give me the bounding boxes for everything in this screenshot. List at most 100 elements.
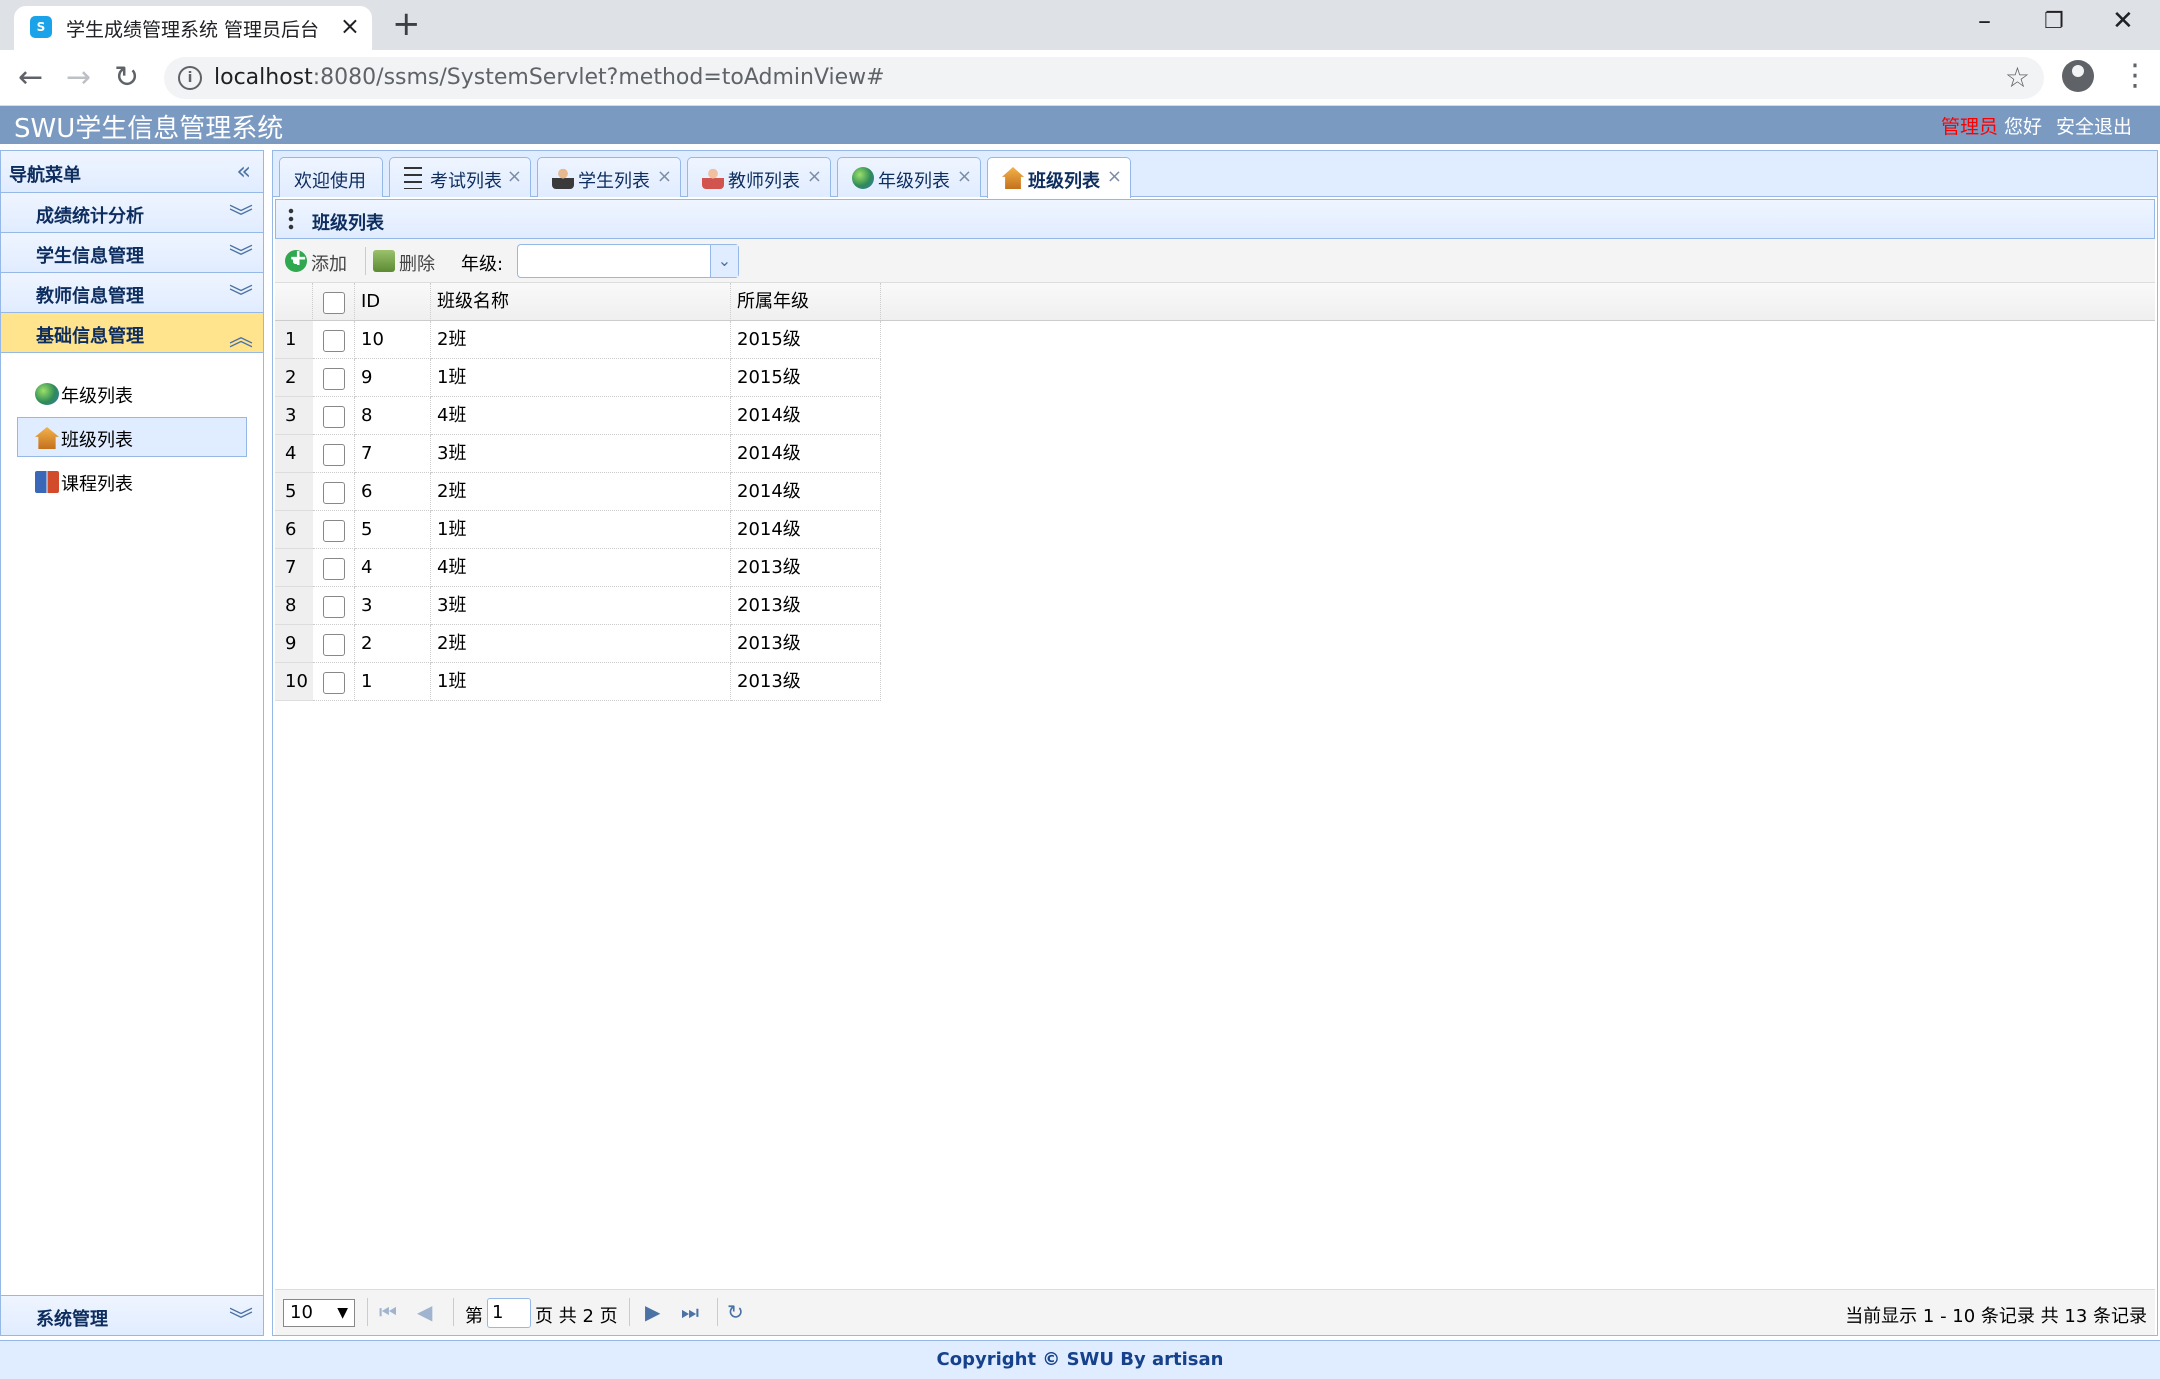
close-icon[interactable]: × <box>340 12 360 40</box>
browser-tab[interactable]: S 学生成绩管理系统 管理员后台 × <box>14 6 372 50</box>
chevron-double-up-icon[interactable]: ︽ <box>229 317 253 352</box>
minimize-icon[interactable]: – <box>1978 6 1991 36</box>
tree-item-course-list[interactable]: 课程列表 <box>17 461 247 501</box>
new-tab-icon[interactable]: + <box>392 6 421 42</box>
teacher-icon <box>702 167 724 189</box>
table-row[interactable]: 9 2 2班 2013级 <box>275 625 881 663</box>
row-checkbox[interactable] <box>323 482 345 504</box>
logout-link[interactable]: 安全退出 <box>2056 116 2132 138</box>
grade-filter-select[interactable]: ⌄ <box>517 244 739 278</box>
refresh-icon[interactable]: ↻ <box>727 1300 744 1324</box>
page-size-select[interactable]: 10 ▼ <box>283 1299 355 1327</box>
cell-class-name: 1班 <box>431 663 731 701</box>
tab-close-icon[interactable]: × <box>1107 166 1122 187</box>
first-page-icon[interactable]: ⏮ <box>379 1300 397 1324</box>
collapse-left-icon[interactable]: « <box>236 157 251 185</box>
select-all-checkbox[interactable] <box>323 292 345 314</box>
chevron-down-icon[interactable]: ⌄ <box>710 245 738 277</box>
navigation-menu-header: 导航菜单 « <box>1 151 263 193</box>
table-row[interactable]: 8 3 3班 2013级 <box>275 587 881 625</box>
row-checkbox[interactable] <box>323 330 345 352</box>
chevron-double-down-icon[interactable]: ︾ <box>229 237 253 272</box>
row-checkbox[interactable] <box>323 558 345 580</box>
row-checkbox[interactable] <box>323 368 345 390</box>
tab-exam-list[interactable]: 考试列表 × <box>389 157 531 197</box>
page-number-input[interactable]: 1 <box>487 1298 531 1328</box>
row-checkbox[interactable] <box>323 520 345 542</box>
table-row[interactable]: 10 1 1班 2013级 <box>275 663 881 701</box>
accordion-basic-info[interactable]: 基础信息管理 ︽ <box>1 313 263 353</box>
tab-close-icon[interactable]: × <box>657 166 672 187</box>
cell-id: 2 <box>355 625 431 663</box>
row-checkbox[interactable] <box>323 634 345 656</box>
row-number: 8 <box>275 587 313 625</box>
browser-menu-icon[interactable]: ⋮ <box>2120 58 2150 93</box>
tab-close-icon[interactable]: × <box>507 166 522 187</box>
pager-divider <box>453 1298 454 1326</box>
back-icon[interactable]: ← <box>18 60 43 95</box>
table-row[interactable]: 4 7 3班 2014级 <box>275 435 881 473</box>
tab-label: 考试列表 <box>430 171 502 192</box>
table-row[interactable]: 2 9 1班 2015级 <box>275 359 881 397</box>
accordion-teacher-info[interactable]: 教师信息管理 ︾ <box>1 273 263 313</box>
url-field[interactable]: i localhost:8080/ssms/SystemServlet?meth… <box>164 57 2044 99</box>
tab-welcome[interactable]: 欢迎使用 <box>279 157 383 197</box>
accordion-student-info[interactable]: 学生信息管理 ︾ <box>1 233 263 273</box>
book-icon <box>35 471 59 493</box>
column-header-id[interactable]: ID <box>355 283 431 321</box>
accordion-system-manage[interactable]: 系统管理 ︾ <box>1 1295 263 1335</box>
pagination-bar: 10 ▼ ⏮ ◀ 第 1 页 共 2 页 ▶ ⏭ ↻ 当前显示 1 - 10 条… <box>275 1289 2155 1335</box>
column-header-grade[interactable]: 所属年级 <box>731 283 881 321</box>
tab-label: 班级列表 <box>1028 171 1100 192</box>
bookmark-star-icon[interactable]: ☆ <box>2005 61 2030 94</box>
chevron-double-down-icon[interactable]: ︾ <box>229 197 253 232</box>
info-icon[interactable]: i <box>178 66 202 90</box>
tab-class-list[interactable]: 班级列表 × <box>987 157 1131 198</box>
forward-icon[interactable]: → <box>66 60 91 95</box>
profile-icon[interactable] <box>2062 60 2094 92</box>
next-page-icon[interactable]: ▶ <box>645 1300 660 1324</box>
row-checkbox[interactable] <box>323 672 345 694</box>
chevron-double-down-icon[interactable]: ︾ <box>229 277 253 312</box>
table-row[interactable]: 1 10 2班 2015级 <box>275 321 881 359</box>
reload-icon[interactable]: ↻ <box>114 60 139 95</box>
tab-student-list[interactable]: 学生列表 × <box>537 157 681 197</box>
cell-id: 6 <box>355 473 431 511</box>
cell-grade: 2015级 <box>731 321 881 359</box>
tab-close-icon[interactable]: × <box>957 166 972 187</box>
add-button[interactable]: 添加 <box>281 246 361 275</box>
tree-item-grade-list[interactable]: 年级列表 <box>17 373 247 413</box>
address-bar: ← → ↻ i localhost:8080/ssms/SystemServle… <box>0 50 2160 106</box>
column-header-class-name[interactable]: 班级名称 <box>431 283 731 321</box>
cell-class-name: 2班 <box>431 473 731 511</box>
row-number: 3 <box>275 397 313 435</box>
tab-label: 教师列表 <box>728 171 800 192</box>
restore-icon[interactable]: ❐ <box>2044 9 2064 34</box>
app-title: SWU学生信息管理系统 <box>14 114 284 144</box>
row-checkbox[interactable] <box>323 596 345 618</box>
row-checkbox[interactable] <box>323 406 345 428</box>
table-row[interactable]: 7 4 4班 2013级 <box>275 549 881 587</box>
browser-tab-bar: S 学生成绩管理系统 管理员后台 × + – ❐ ✕ <box>0 0 2160 50</box>
tab-label: 年级列表 <box>878 171 950 192</box>
window-close-icon[interactable]: ✕ <box>2112 6 2134 36</box>
tab-teacher-list[interactable]: 教师列表 × <box>687 157 831 197</box>
cell-id: 3 <box>355 587 431 625</box>
accordion-score-analysis[interactable]: 成绩统计分析 ︾ <box>1 193 263 233</box>
navigation-menu: 导航菜单 « 成绩统计分析 ︾ 学生信息管理 ︾ 教师信息管理 ︾ 基础信息管理… <box>0 150 264 1336</box>
table-row[interactable]: 5 6 2班 2014级 <box>275 473 881 511</box>
delete-button[interactable]: 删除 <box>369 247 449 275</box>
grid-header: ID 班级名称 所属年级 <box>275 283 2155 321</box>
tab-close-icon[interactable]: × <box>807 166 822 187</box>
chevron-double-down-icon[interactable]: ︾ <box>229 1300 253 1335</box>
tree-item-class-list[interactable]: 班级列表 <box>17 417 247 457</box>
page-size-value: 10 <box>290 1302 313 1323</box>
tab-grade-list[interactable]: 年级列表 × <box>837 157 981 197</box>
last-page-icon[interactable]: ⏭ <box>681 1300 699 1324</box>
row-checkbox[interactable] <box>323 444 345 466</box>
table-row[interactable]: 6 5 1班 2014级 <box>275 511 881 549</box>
table-row[interactable]: 3 8 4班 2014级 <box>275 397 881 435</box>
cell-grade: 2014级 <box>731 435 881 473</box>
previous-page-icon[interactable]: ◀ <box>417 1300 432 1324</box>
cell-class-name: 2班 <box>431 321 731 359</box>
